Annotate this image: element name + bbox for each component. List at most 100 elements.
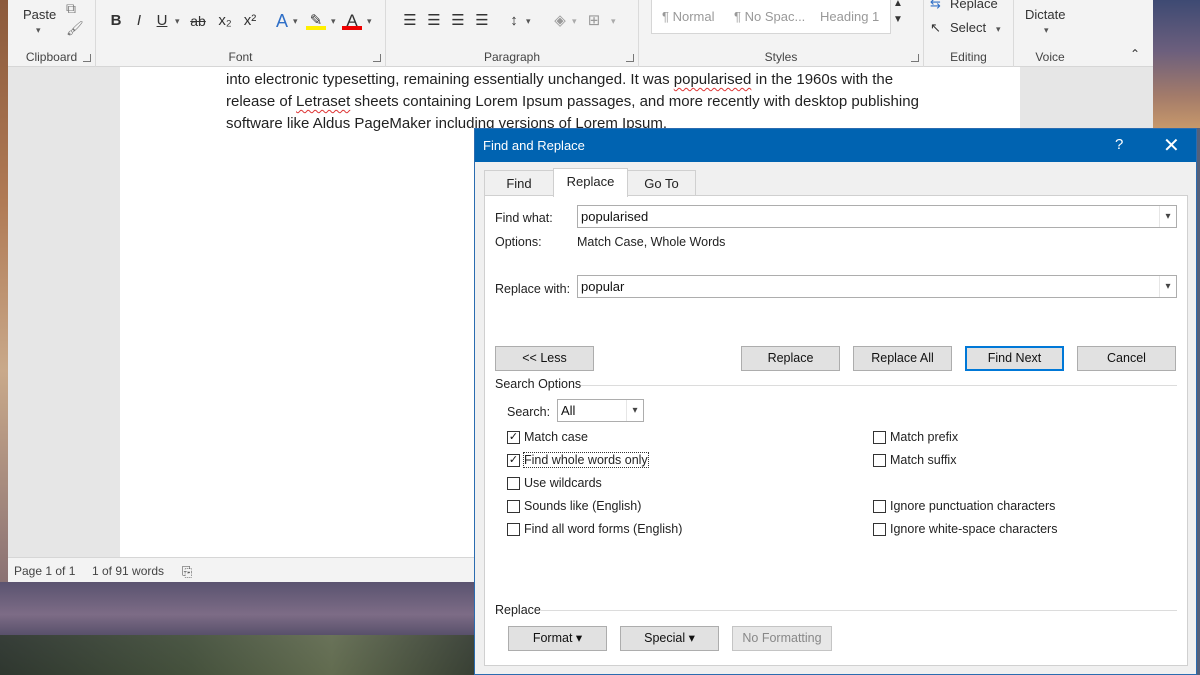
checkbox-label: Ignore punctuation characters [890, 499, 1056, 513]
editing-group-label: Editing [950, 50, 987, 64]
collapse-ribbon-icon[interactable]: ⌃ [1130, 47, 1140, 61]
checkbox-box[interactable] [873, 454, 886, 467]
styles-scroll-up-icon[interactable]: ▲ [893, 0, 903, 9]
align-center-icon[interactable]: ☰ [424, 10, 444, 32]
checkbox-label: Sounds like (English) [524, 499, 642, 513]
clipboard-launcher-icon[interactable] [83, 54, 91, 62]
text-effects-button[interactable]: A [272, 10, 292, 32]
paragraph-launcher-icon[interactable] [626, 54, 634, 62]
justify-icon[interactable]: ☰ [472, 10, 492, 32]
find-next-button[interactable]: Find Next [965, 346, 1064, 371]
checkbox-label: Find whole words only [523, 452, 649, 468]
copy-icon[interactable]: ⧉ [66, 0, 76, 17]
cancel-button[interactable]: Cancel [1077, 346, 1176, 371]
underline-dropdown-icon[interactable]: ▾ [175, 16, 180, 27]
select-cursor-icon[interactable]: ↖ [930, 20, 941, 36]
tab-find[interactable]: Find [484, 170, 554, 196]
checkbox-box[interactable] [507, 523, 520, 536]
document-body[interactable]: into electronic typesetting, remaining e… [226, 69, 926, 135]
checkbox-box[interactable] [873, 431, 886, 444]
replace-with-value: popular [581, 279, 625, 294]
dialog-titlebar[interactable]: Find and Replace ? ✕ [475, 129, 1196, 162]
no-formatting-button[interactable]: No Formatting [732, 626, 832, 651]
highlight-button[interactable]: ✎ [306, 10, 326, 30]
checkbox-box[interactable] [873, 500, 886, 513]
options-label: Options: [495, 235, 542, 249]
shading-dropdown-icon[interactable]: ▾ [572, 16, 577, 27]
align-right-icon[interactable]: ☰ [448, 10, 468, 32]
doc-line-1-tail: in the 1960s with the [755, 71, 894, 88]
highlight-dropdown-icon[interactable]: ▾ [331, 16, 336, 27]
checkbox-box[interactable]: ✓ [507, 454, 520, 467]
search-options-divider [581, 385, 1177, 386]
style-normal[interactable]: ¶ Normal [654, 6, 726, 28]
checkbox-box[interactable] [507, 477, 520, 490]
find-what-dropdown-icon[interactable]: ▾ [1159, 206, 1176, 227]
align-left-icon[interactable]: ☰ [400, 10, 420, 32]
underline-button[interactable]: U [152, 10, 172, 32]
font-launcher-icon[interactable] [373, 54, 381, 62]
checkbox-label: Find all word forms (English) [524, 522, 683, 536]
line-spacing-icon[interactable]: ↕ [504, 10, 524, 32]
replace-with-dropdown-icon[interactable]: ▾ [1159, 276, 1176, 297]
subscript-button[interactable]: x₂ [215, 10, 235, 32]
style-no-spacing[interactable]: ¶ No Spac... [726, 6, 812, 28]
replace-ribbon-button[interactable]: Replace [950, 0, 998, 11]
clipboard-group: Paste ▾ ⧉ 🖌 Clipboard [8, 0, 96, 67]
word-count[interactable]: 1 of 91 words [92, 564, 164, 578]
search-options-label: Search Options [495, 377, 582, 391]
checkbox-box[interactable] [507, 500, 520, 513]
replace-with-input[interactable]: popular ▾ [577, 275, 1177, 298]
proofing-icon[interactable]: ⎘ [182, 564, 192, 580]
doc-line-1: into electronic typesetting, remaining e… [226, 71, 670, 88]
dictate-button[interactable]: Dictate [1025, 7, 1065, 22]
tab-replace[interactable]: Replace [553, 168, 628, 197]
search-direction-dropdown-icon[interactable]: ▾ [626, 400, 643, 421]
checkbox-box[interactable]: ✓ [507, 431, 520, 444]
find-what-value: popularised [581, 209, 649, 224]
special-button[interactable]: Special ▾ [620, 626, 719, 651]
paste-button[interactable]: Paste [23, 7, 56, 22]
text-effects-dropdown-icon[interactable]: ▾ [293, 16, 298, 27]
checkbox-label: Match suffix [890, 453, 957, 467]
replace-all-button[interactable]: Replace All [853, 346, 952, 371]
borders-dropdown-icon[interactable]: ▾ [611, 16, 616, 27]
replace-button[interactable]: Replace [741, 346, 840, 371]
page-count[interactable]: Page 1 of 1 [14, 564, 75, 578]
find-what-input[interactable]: popularised ▾ [577, 205, 1177, 228]
style-heading-1[interactable]: Heading 1 [812, 6, 890, 28]
font-group-label: Font [228, 50, 253, 64]
format-button[interactable]: Format ▾ [508, 626, 607, 651]
paste-dropdown-icon[interactable]: ▾ [36, 25, 41, 36]
find-replace-dialog: Find and Replace ? ✕ Find Replace Go To … [474, 128, 1197, 675]
less-button[interactable]: << Less [495, 346, 594, 371]
font-color-button[interactable]: A [342, 10, 362, 30]
styles-more-icon[interactable]: ▼ [893, 14, 903, 25]
dialog-title: Find and Replace [483, 138, 585, 153]
bold-button[interactable]: B [106, 10, 126, 32]
paragraph-group-label: Paragraph [483, 50, 541, 64]
tab-goto[interactable]: Go To [627, 170, 696, 196]
dictate-dropdown-icon[interactable]: ▾ [1044, 25, 1049, 36]
help-icon[interactable]: ? [1115, 136, 1123, 153]
desktop-wallpaper-left [0, 0, 8, 675]
shading-icon[interactable]: ◈ [550, 10, 570, 32]
font-color-dropdown-icon[interactable]: ▾ [367, 16, 372, 27]
replace-section-divider [541, 610, 1177, 611]
italic-button[interactable]: I [129, 10, 149, 32]
select-dropdown-icon[interactable]: ▾ [996, 24, 1001, 35]
line-spacing-dropdown-icon[interactable]: ▾ [526, 16, 531, 27]
close-icon[interactable]: ✕ [1163, 133, 1180, 158]
superscript-button[interactable]: x² [240, 10, 260, 32]
borders-icon[interactable]: ⊞ [584, 10, 604, 32]
replace-icon[interactable]: ⇆ [930, 0, 941, 12]
clipboard-group-label: Clipboard [25, 50, 78, 64]
select-ribbon-button[interactable]: Select [950, 20, 986, 35]
styles-launcher-icon[interactable] [911, 54, 919, 62]
search-direction-label: Search: [507, 405, 551, 419]
strikethrough-button[interactable]: ab [188, 10, 208, 32]
paragraph-group: ☰ ☰ ☰ ☰ ↕ ▾ ◈ ▾ ⊞ ▾ Paragraph [386, 0, 639, 67]
checkbox-box[interactable] [873, 523, 886, 536]
search-direction-select[interactable]: All ▾ [557, 399, 644, 422]
format-painter-icon[interactable]: 🖌 [66, 20, 84, 37]
